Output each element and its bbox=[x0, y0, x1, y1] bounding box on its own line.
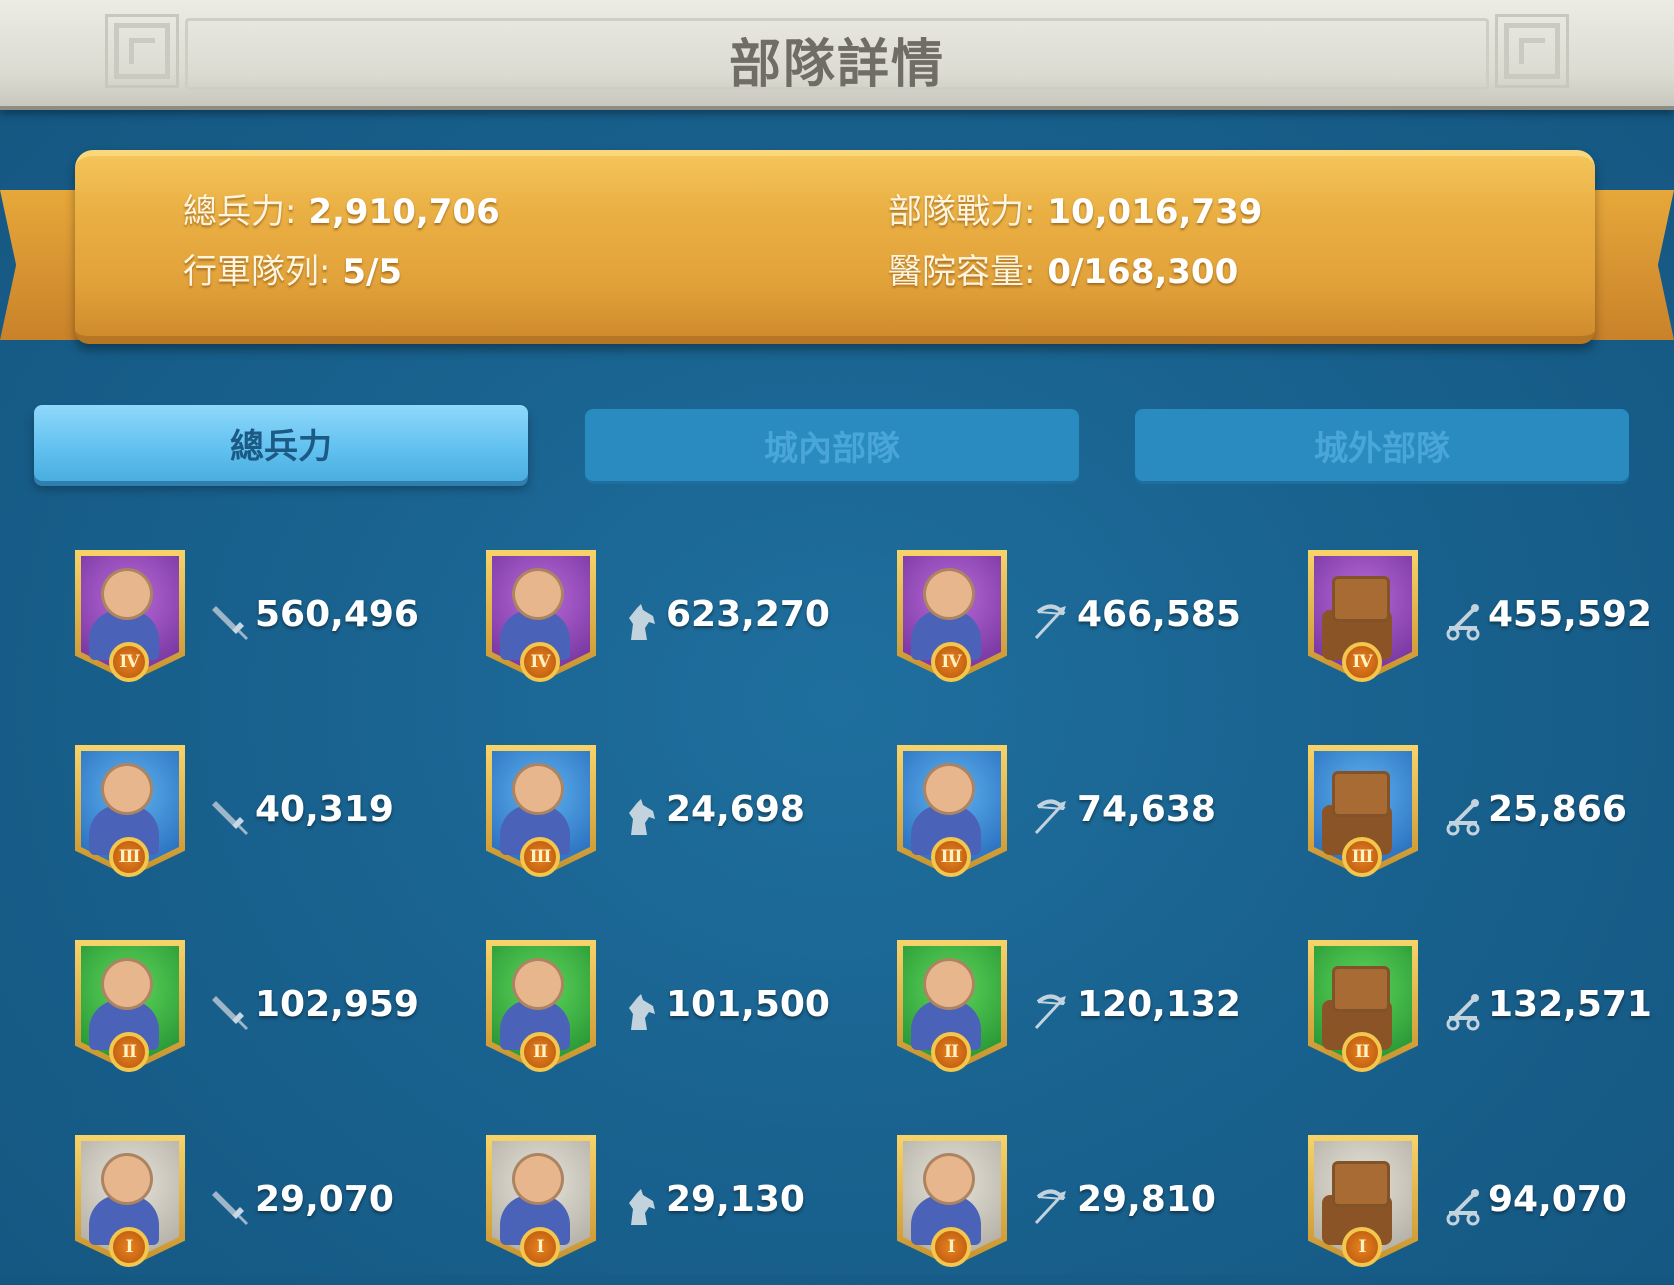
tier-badge: IV bbox=[931, 642, 971, 682]
bow-icon bbox=[1032, 797, 1072, 837]
troop-count: 29,070 bbox=[255, 1179, 394, 1220]
tier-badge: II bbox=[1342, 1032, 1382, 1072]
troop-count: 40,319 bbox=[255, 789, 394, 830]
tier-badge: III bbox=[109, 837, 149, 877]
catapult-icon bbox=[1443, 797, 1483, 837]
horse-icon bbox=[621, 602, 661, 642]
troop-power-value: 10,016,739 bbox=[1047, 192, 1263, 232]
troop-entry-cavalry-tier-i[interactable]: I 29,130 bbox=[486, 1135, 886, 1285]
troop-entry-infantry-tier-iv[interactable]: IV 560,496 bbox=[75, 550, 475, 700]
tab-total-troops[interactable]: 總兵力 bbox=[34, 405, 528, 481]
banner-ribbon: 總兵力: 2,910,706 行軍隊列: 5/5 部隊戰力: 10,016,73… bbox=[75, 150, 1595, 344]
troop-entry-cavalry-tier-ii[interactable]: II 101,500 bbox=[486, 940, 886, 1090]
bow-icon bbox=[1032, 992, 1072, 1032]
tier-badge: II bbox=[109, 1032, 149, 1072]
troop-power-stat: 部隊戰力: 10,016,739 bbox=[888, 184, 1262, 233]
sword-icon bbox=[210, 992, 250, 1032]
total-troops-label: 總兵力: bbox=[183, 192, 297, 232]
troop-count: 102,959 bbox=[255, 984, 419, 1025]
tier-badge: IV bbox=[520, 642, 560, 682]
bow-icon bbox=[1032, 1187, 1072, 1227]
troop-entry-siege-tier-iii[interactable]: III 25,866 bbox=[1308, 745, 1674, 895]
total-troops-stat: 總兵力: 2,910,706 bbox=[183, 184, 500, 233]
march-queue-label: 行軍隊列: bbox=[183, 252, 331, 292]
bow-icon bbox=[1032, 602, 1072, 642]
hospital-capacity-value: 0/168,300 bbox=[1047, 252, 1239, 292]
troop-entry-archer-tier-iv[interactable]: IV 466,585 bbox=[897, 550, 1297, 700]
tier-badge: IV bbox=[1342, 642, 1382, 682]
troop-entry-infantry-tier-i[interactable]: I 29,070 bbox=[75, 1135, 475, 1285]
march-queue-value: 5/5 bbox=[342, 252, 403, 292]
page-title: 部隊詳情 bbox=[728, 35, 945, 95]
title-bar: 部隊詳情 bbox=[0, 0, 1674, 110]
troop-entry-siege-tier-i[interactable]: I 94,070 bbox=[1308, 1135, 1674, 1285]
troop-entry-cavalry-tier-iii[interactable]: III 24,698 bbox=[486, 745, 886, 895]
troop-count: 29,810 bbox=[1077, 1179, 1216, 1220]
horse-icon bbox=[621, 797, 661, 837]
troop-count: 455,592 bbox=[1488, 594, 1652, 635]
sword-icon bbox=[210, 602, 250, 642]
troop-entry-infantry-tier-ii[interactable]: II 102,959 bbox=[75, 940, 475, 1090]
tier-badge: I bbox=[109, 1227, 149, 1267]
troop-entry-archer-tier-iii[interactable]: III 74,638 bbox=[897, 745, 1297, 895]
total-troops-value: 2,910,706 bbox=[308, 192, 500, 232]
troop-count: 623,270 bbox=[666, 594, 830, 635]
catapult-icon bbox=[1443, 602, 1483, 642]
sword-icon bbox=[210, 1187, 250, 1227]
troop-entry-siege-tier-ii[interactable]: II 132,571 bbox=[1308, 940, 1674, 1090]
troop-entry-infantry-tier-iii[interactable]: III 40,319 bbox=[75, 745, 475, 895]
tier-badge: I bbox=[931, 1227, 971, 1267]
tier-badge: III bbox=[520, 837, 560, 877]
troop-power-label: 部隊戰力: bbox=[888, 192, 1036, 232]
hospital-capacity-stat: 醫院容量: 0/168,300 bbox=[888, 244, 1238, 293]
troop-count: 560,496 bbox=[255, 594, 419, 635]
troop-count: 120,132 bbox=[1077, 984, 1241, 1025]
tier-badge: I bbox=[1342, 1227, 1382, 1267]
horse-icon bbox=[621, 992, 661, 1032]
troop-entry-siege-tier-iv[interactable]: IV 455,592 bbox=[1308, 550, 1674, 700]
tab-troops-outside-city[interactable]: 城外部隊 bbox=[1135, 409, 1629, 481]
troop-entry-cavalry-tier-iv[interactable]: IV 623,270 bbox=[486, 550, 886, 700]
summary-banner: 總兵力: 2,910,706 行軍隊列: 5/5 部隊戰力: 10,016,73… bbox=[0, 150, 1674, 350]
troop-count: 29,130 bbox=[666, 1179, 805, 1220]
catapult-icon bbox=[1443, 992, 1483, 1032]
troop-count: 466,585 bbox=[1077, 594, 1241, 635]
horse-icon bbox=[621, 1187, 661, 1227]
troop-count: 101,500 bbox=[666, 984, 830, 1025]
tier-badge: III bbox=[931, 837, 971, 877]
tier-badge: II bbox=[520, 1032, 560, 1072]
troop-count: 94,070 bbox=[1488, 1179, 1627, 1220]
troop-entry-archer-tier-ii[interactable]: II 120,132 bbox=[897, 940, 1297, 1090]
troop-count: 24,698 bbox=[666, 789, 805, 830]
troop-count: 132,571 bbox=[1488, 984, 1652, 1025]
tier-badge: II bbox=[931, 1032, 971, 1072]
sword-icon bbox=[210, 797, 250, 837]
troop-grid: IV 560,496 IV 623,270 IV 466,585 IV 455,592 III 4… bbox=[0, 550, 1674, 1275]
tier-badge: III bbox=[1342, 837, 1382, 877]
troop-count: 25,866 bbox=[1488, 789, 1627, 830]
troop-entry-archer-tier-i[interactable]: I 29,810 bbox=[897, 1135, 1297, 1285]
tier-badge: IV bbox=[109, 642, 149, 682]
march-queue-stat: 行軍隊列: 5/5 bbox=[183, 244, 402, 293]
troop-count: 74,638 bbox=[1077, 789, 1216, 830]
tier-badge: I bbox=[520, 1227, 560, 1267]
catapult-icon bbox=[1443, 1187, 1483, 1227]
tab-troops-in-city[interactable]: 城內部隊 bbox=[585, 409, 1079, 481]
hospital-capacity-label: 醫院容量: bbox=[888, 252, 1036, 292]
